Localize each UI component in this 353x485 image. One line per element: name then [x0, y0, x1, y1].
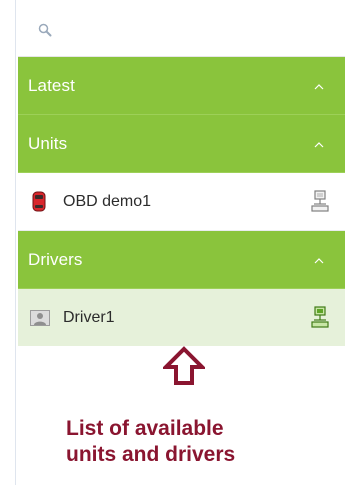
annotation-caption: List of available units and drivers [66, 416, 326, 468]
section-drivers-title: Drivers [28, 250, 83, 269]
section-units-header[interactable]: Units [18, 115, 345, 173]
driver-name: Driver1 [63, 309, 115, 326]
section-units-title: Units [28, 134, 68, 153]
chevron-up-icon[interactable] [314, 141, 324, 148]
unit-list-item[interactable]: OBD demo1 [18, 173, 345, 231]
chevron-up-icon[interactable] [314, 83, 324, 90]
annotation-area: List of available units and drivers [18, 346, 345, 485]
caption-line-1: List of available [66, 417, 224, 440]
page-left-border [15, 0, 16, 485]
search-input[interactable] [18, 12, 345, 48]
section-latest-title: Latest [28, 76, 75, 95]
search-bar [18, 0, 345, 57]
units-drivers-panel: Latest Units OBD demo1 Drivers Driver1 [18, 0, 345, 347]
chevron-up-icon[interactable] [314, 257, 324, 264]
driver-list-item[interactable]: Driver1 [18, 289, 345, 347]
network-icon [311, 306, 329, 328]
network-icon [311, 190, 329, 212]
driver-avatar-icon [30, 310, 50, 326]
caption-line-2: units and drivers [66, 443, 236, 466]
arrow-up-icon [163, 346, 205, 385]
section-drivers-header[interactable]: Drivers [18, 231, 345, 289]
car-icon [32, 191, 46, 212]
unit-name: OBD demo1 [63, 193, 152, 210]
section-latest-header[interactable]: Latest [18, 57, 345, 115]
